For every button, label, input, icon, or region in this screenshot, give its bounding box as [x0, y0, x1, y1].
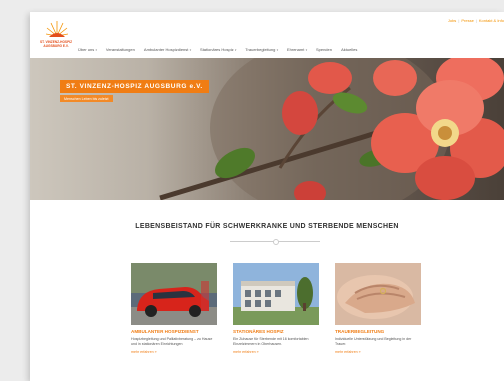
chevron-down-icon: ▾ [276, 48, 278, 52]
card-image-hands[interactable] [335, 263, 421, 325]
nav-item-stationaeres-hospiz[interactable]: Stationäres Hospiz▾ [200, 47, 236, 52]
chevron-down-icon: ▾ [189, 48, 191, 52]
top-link-jobs[interactable]: Jobs [448, 18, 456, 23]
card-more-link[interactable]: mehr erfahren » [131, 350, 219, 354]
nav-item-ueber-uns[interactable]: Über uns▾ [78, 47, 97, 52]
section-title: LEBENSBEISTAND FÜR SCHWERKRANKE UND STER… [135, 223, 399, 230]
card-stationaeres-hospiz[interactable]: STATIONÄRES HOSPIZ Ein Zuhause für Sterb… [233, 263, 321, 354]
chevron-down-icon: ▾ [234, 48, 237, 52]
card-more-link[interactable]: mehr erfahren » [335, 350, 423, 354]
nav-item-veranstaltungen[interactable]: Veranstaltungen [106, 47, 135, 52]
card-more-link[interactable]: mehr erfahren » [233, 350, 321, 354]
hero-banner: ST. VINZENZ-HOSPIZ AUGSBURG e.V. Mensche… [30, 58, 504, 200]
card-trauerbegleitung[interactable]: TRAUERBEGLEITUNG Individuelle Unterstütz… [335, 263, 423, 354]
card-title[interactable]: TRAUERBEGLEITUNG [335, 329, 423, 334]
nav-item-spenden[interactable]: Spenden [316, 47, 332, 52]
card-text: Hospizbegleitung und Palliativberatung –… [131, 337, 213, 346]
card-title[interactable]: AMBULANTER HOSPIZDIENST [131, 329, 219, 334]
card-text: Individuelle Unterstützung und Begleitun… [335, 337, 412, 346]
card-image-car[interactable] [131, 263, 217, 325]
sun-logo-icon [46, 21, 68, 37]
chevron-down-icon: ▾ [95, 48, 97, 52]
chevron-down-icon: ▾ [305, 48, 307, 52]
top-link-kontakt[interactable]: Kontakt & Info [479, 18, 504, 23]
card-title[interactable]: STATIONÄRES HOSPIZ [233, 329, 321, 334]
top-links: Jobs | Presse | Kontakt & Info [447, 18, 504, 23]
nav-item-ehrenamt[interactable]: Ehrenamt▾ [287, 47, 307, 52]
nav-item-trauerbegleitung[interactable]: Trauerbegleitung▾ [245, 47, 278, 52]
top-link-presse[interactable]: Presse [461, 18, 473, 23]
site-logo[interactable]: ST. VINZENZ-HOSPIZ AUGSBURG E.V. [36, 20, 76, 54]
divider-ornament-icon [273, 239, 279, 245]
hero-title: ST. VINZENZ-HOSPIZ AUGSBURG e.V. [60, 80, 209, 93]
website-page: Jobs | Presse | Kontakt & Info ST. VINZENZ-H… [30, 12, 504, 381]
main-nav: Über uns▾ Veranstaltungen Ambulanter Hos… [78, 47, 365, 52]
nav-item-aktuelles[interactable]: Aktuelles [341, 47, 357, 52]
card-text: Ein Zuhause für Sterbende mit 16 komfort… [233, 337, 309, 346]
card-image-building[interactable] [233, 263, 319, 325]
card-ambulanter-hospizdienst[interactable]: AMBULANTER HOSPIZDIENST Hospizbegleitung… [131, 263, 219, 354]
logo-text: ST. VINZENZ-HOSPIZ AUGSBURG E.V. [39, 40, 73, 48]
hero-subtitle: Menschen Leben bis zuletzt [60, 95, 113, 102]
nav-item-ambulanter-hospizdienst[interactable]: Ambulanter Hospizdienst▾ [144, 47, 191, 52]
